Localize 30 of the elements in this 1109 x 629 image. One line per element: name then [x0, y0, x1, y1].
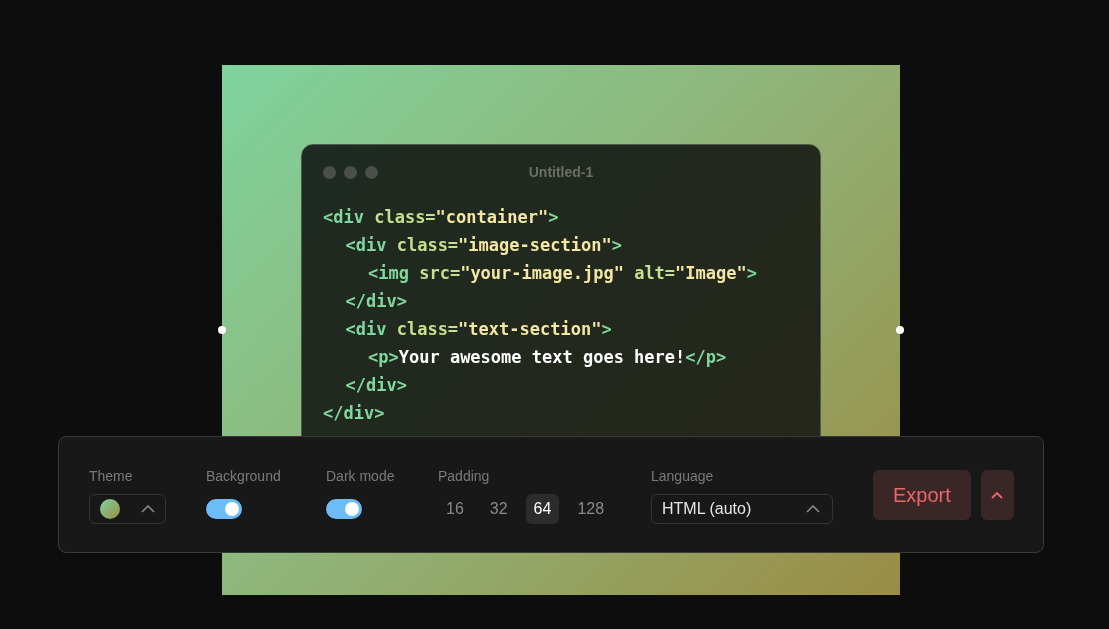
language-label: Language — [651, 467, 715, 486]
code-line: <img src="your-image.jpg" alt="Image"> — [367, 262, 757, 285]
code-line: </div> — [344, 374, 407, 397]
padding-option[interactable]: 128 — [569, 494, 613, 524]
resize-handle[interactable] — [896, 326, 904, 334]
language-dropdown[interactable]: HTML (auto) — [651, 494, 833, 524]
toggle-switch[interactable] — [326, 499, 362, 519]
theme-dropdown[interactable] — [89, 494, 166, 524]
code-line: </div> — [323, 402, 385, 425]
padding-label: Padding — [438, 467, 491, 486]
theme-swatch-icon — [100, 499, 120, 519]
resize-handle[interactable] — [218, 326, 226, 334]
theme-label: Theme — [89, 467, 134, 486]
chevron-up-icon — [991, 491, 1004, 499]
window-title: Untitled-1 — [528, 162, 594, 182]
padding-option[interactable]: 16 — [438, 494, 472, 524]
chevron-up-icon — [141, 505, 155, 513]
toggle-switch[interactable] — [206, 499, 242, 519]
code-line: <div class="text-section"> — [344, 318, 612, 341]
code-line: <div class="container"> — [323, 206, 559, 229]
dark-mode-label: Dark mode — [326, 467, 396, 486]
background-label: Background — [206, 467, 282, 486]
chevron-up-icon — [806, 505, 820, 513]
code-line: <div class="image-section"> — [344, 234, 622, 257]
code-line: <p>Your awesome text goes here!</p> — [367, 346, 727, 369]
padding-option[interactable]: 64 — [525, 494, 560, 524]
padding-option[interactable]: 32 — [481, 494, 516, 524]
code-line: </div> — [344, 290, 407, 313]
window-controls-icon — [323, 165, 378, 179]
export-button[interactable]: Export — [873, 470, 971, 520]
